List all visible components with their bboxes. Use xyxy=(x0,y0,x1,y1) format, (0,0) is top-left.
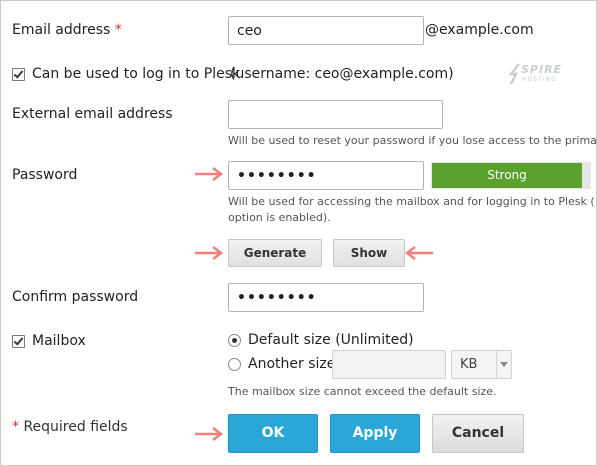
mail-account-form: Email address * @example.com Can be used… xyxy=(0,0,597,466)
cancel-button[interactable]: Cancel xyxy=(432,414,524,453)
email-address-label: Email address * xyxy=(12,22,122,38)
email-address-label-text: Email address xyxy=(12,22,111,38)
password-input[interactable] xyxy=(228,161,424,190)
password-label: Password xyxy=(12,167,78,183)
required-mark: * xyxy=(114,22,122,38)
login-username-note: (username: ceo@example.com) xyxy=(230,66,454,82)
mailbox-hint: The mailbox size cannot exceed the defau… xyxy=(228,385,497,398)
annotation-arrow-icon xyxy=(195,246,224,260)
annotation-arrow-icon xyxy=(404,246,433,260)
annotation-arrow-icon xyxy=(195,427,224,441)
checkbox-checked-icon xyxy=(13,335,24,346)
required-fields-mark: * xyxy=(12,419,19,435)
mailbox-unit-select[interactable]: KB xyxy=(451,350,512,379)
email-domain-text: @example.com xyxy=(425,22,534,38)
apply-button[interactable]: Apply xyxy=(330,414,420,453)
login-checkbox-label: Can be used to log in to Plesk xyxy=(32,66,241,82)
logo-text-hosting: HOSTING xyxy=(522,76,557,83)
mailbox-default-size-label: Default size (Unlimited) xyxy=(248,332,414,348)
generate-button[interactable]: Generate xyxy=(228,239,322,267)
mailbox-size-input[interactable] xyxy=(332,350,446,379)
confirm-password-label: Confirm password xyxy=(12,289,139,305)
radio-selected-icon xyxy=(232,338,237,343)
logo-text-spire: SPIRE xyxy=(521,63,563,76)
external-email-label: External email address xyxy=(12,106,173,122)
mailbox-unit-value: KB xyxy=(460,357,478,372)
mailbox-another-size-radio[interactable] xyxy=(228,358,241,371)
mailbox-checkbox[interactable] xyxy=(12,335,25,348)
required-fields-note: * Required fields xyxy=(12,419,128,435)
mailbox-another-size-label: Another size xyxy=(248,356,336,372)
dropdown-arrow-icon xyxy=(496,351,511,378)
external-email-input[interactable] xyxy=(228,100,443,129)
ok-button[interactable]: OK xyxy=(228,414,318,453)
password-strength-meter: Strong xyxy=(431,162,591,189)
confirm-password-input[interactable] xyxy=(228,283,424,312)
password-strength-fill: Strong xyxy=(432,163,582,188)
mailbox-default-size-radio[interactable] xyxy=(228,334,241,347)
checkbox-checked-icon xyxy=(13,68,24,79)
logo-mark-icon xyxy=(509,63,520,85)
password-hint-line-1: Will be used for accessing the mailbox a… xyxy=(228,195,595,208)
required-fields-text: Required fields xyxy=(19,419,128,435)
mailbox-label: Mailbox xyxy=(32,333,86,349)
email-address-input[interactable] xyxy=(228,16,424,45)
external-email-hint: Will be used to reset your password if y… xyxy=(228,134,597,147)
login-checkbox[interactable] xyxy=(12,68,25,81)
annotation-arrow-icon xyxy=(195,167,224,181)
show-button[interactable]: Show xyxy=(333,239,405,267)
password-hint-line-2: option is enabled). xyxy=(228,211,331,224)
